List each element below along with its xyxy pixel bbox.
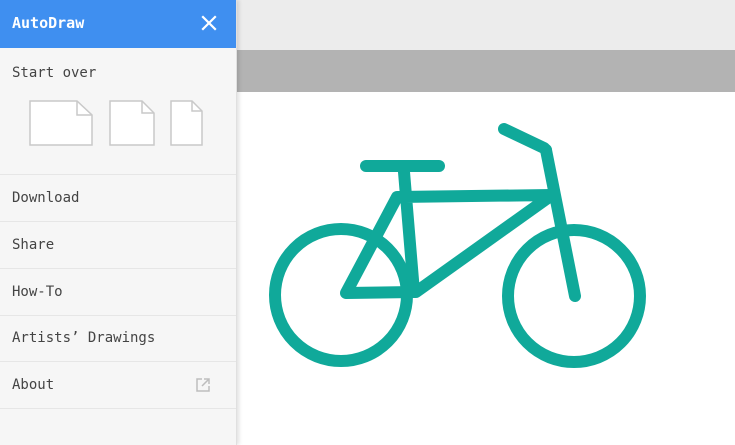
toolbar-strip [236, 50, 735, 92]
menu-item-artists-drawings[interactable]: Artists’ Drawings [0, 315, 236, 362]
app-title: AutoDraw [12, 14, 85, 32]
side-menu: AutoDraw Start over Download Share How-T… [0, 0, 237, 445]
menu-item-how-to[interactable]: How-To [0, 269, 236, 316]
square-page-icon [109, 100, 155, 146]
start-over-section: Start over [0, 48, 236, 175]
autodraw-app: AutoDraw Start over Download Share How-T… [0, 0, 735, 445]
bike-frame [340, 166, 558, 299]
menu-item-label: Share [12, 237, 55, 253]
portrait-page-icon [170, 100, 203, 146]
start-over-label: Start over [12, 65, 97, 81]
bike-handlebar [498, 123, 552, 156]
drawing-canvas[interactable] [236, 92, 735, 445]
new-square-page-button[interactable] [109, 100, 155, 150]
menu-item-label: Artists’ Drawings [12, 330, 156, 346]
sidebar-header: AutoDraw [0, 0, 236, 48]
top-bar [236, 0, 735, 50]
menu-item-about[interactable]: About [0, 362, 236, 409]
menu-item-share[interactable]: Share [0, 222, 236, 269]
bike-fork [540, 144, 581, 302]
new-landscape-page-button[interactable] [29, 100, 93, 150]
external-link-icon [194, 376, 212, 394]
landscape-page-icon [29, 100, 93, 146]
close-menu-button[interactable] [196, 10, 222, 36]
menu-item-label: About [12, 377, 55, 393]
new-portrait-page-button[interactable] [170, 100, 203, 150]
menu-item-label: Download [12, 190, 80, 206]
menu-item-download[interactable]: Download [0, 175, 236, 222]
bicycle-drawing[interactable] [236, 92, 735, 445]
close-icon [201, 15, 217, 31]
menu-item-label: How-To [12, 284, 63, 300]
